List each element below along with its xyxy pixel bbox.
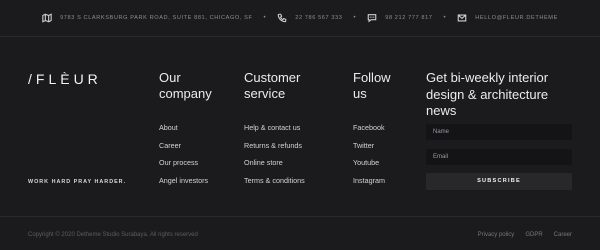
separator-dot: •	[263, 15, 267, 21]
footer-link-about[interactable]: About	[159, 124, 212, 142]
contact-bar: 9783 S CLARKSBURG PARK ROAD, SUITE 881, …	[0, 0, 600, 36]
legal-link-privacy-policy[interactable]: Privacy policy	[478, 232, 515, 238]
social-link-youtube[interactable]: Youtube	[353, 159, 391, 177]
email-field[interactable]: Email	[426, 149, 572, 165]
social-link-twitter[interactable]: Twitter	[353, 141, 391, 160]
separator-dot: •	[443, 15, 447, 21]
bottom-divider	[0, 216, 600, 217]
footer-link-our-process[interactable]: Our process	[159, 159, 212, 177]
heading-line: company	[159, 86, 212, 101]
follow-us-column: Follow us Facebook Twitter Youtube Insta…	[353, 70, 391, 194]
legal-link-gdpr[interactable]: GDPR	[525, 232, 542, 238]
heading-line: Customer	[244, 70, 301, 85]
footer-link-angel-investors[interactable]: Angel investors	[159, 176, 212, 195]
newsletter-heading: Get bi-weekly interior design & architec…	[426, 70, 574, 120]
contact-address-text: 9783 S CLARKSBURG PARK ROAD, SUITE 881, …	[60, 15, 253, 21]
brand-tagline: WORK HARD PRAY HARDER.	[28, 179, 127, 185]
column-heading: Customer service	[244, 70, 305, 106]
heading-line: Get bi-weekly interior	[426, 70, 549, 85]
social-link-facebook[interactable]: Facebook	[353, 124, 391, 142]
footer-link-career[interactable]: Career	[159, 141, 212, 160]
contact-phone[interactable]: 22 786 567 333	[277, 13, 342, 23]
chat-icon	[367, 14, 377, 23]
mail-icon	[457, 14, 467, 22]
heading-line: service	[244, 86, 286, 101]
separator-dot: •	[353, 15, 357, 21]
social-link-instagram[interactable]: Instagram	[353, 176, 391, 195]
name-field[interactable]: Name	[426, 124, 572, 140]
brand-logo[interactable]: /FLÈUR	[28, 71, 102, 87]
phone-icon	[277, 13, 287, 23]
contact-email[interactable]: HELLO@FLEUR.DETHEME	[457, 13, 558, 23]
contact-chat[interactable]: 98 212 777 817	[367, 13, 432, 23]
footer-link-online-store[interactable]: Online store	[244, 159, 305, 177]
column-heading: Follow us	[353, 70, 391, 106]
footer-link-terms-conditions[interactable]: Terms & conditions	[244, 176, 305, 195]
heading-line: design & architecture news	[426, 86, 549, 119]
subscribe-button[interactable]: SUBSCRIBE	[426, 173, 572, 190]
footer-link-returns-refunds[interactable]: Returns & refunds	[244, 141, 305, 160]
contact-email-text: HELLO@FLEUR.DETHEME	[475, 15, 558, 21]
heading-line: Our	[159, 70, 181, 85]
contact-chat-text: 98 212 777 817	[385, 15, 433, 21]
map-icon	[42, 13, 52, 23]
top-divider	[0, 36, 600, 37]
legal-link-career[interactable]: Career	[554, 232, 572, 238]
column-heading: Our company	[159, 70, 212, 106]
copyright-text: Copyright © 2020 Detheme Studio Surabaya…	[28, 232, 198, 238]
contact-address[interactable]: 9783 S CLARKSBURG PARK ROAD, SUITE 881, …	[42, 13, 252, 23]
footer-link-help-contact[interactable]: Help & contact us	[244, 124, 305, 142]
heading-line: Follow	[353, 70, 391, 85]
customer-service-column: Customer service Help & contact us Retur…	[244, 70, 305, 194]
newsletter-section: Get bi-weekly interior design & architec…	[426, 70, 574, 120]
contact-phone-text: 22 786 567 333	[295, 15, 343, 21]
company-column: Our company About Career Our process Ang…	[159, 70, 212, 194]
heading-line: us	[353, 86, 367, 101]
legal-links: Privacy policy GDPR Career	[478, 232, 572, 238]
